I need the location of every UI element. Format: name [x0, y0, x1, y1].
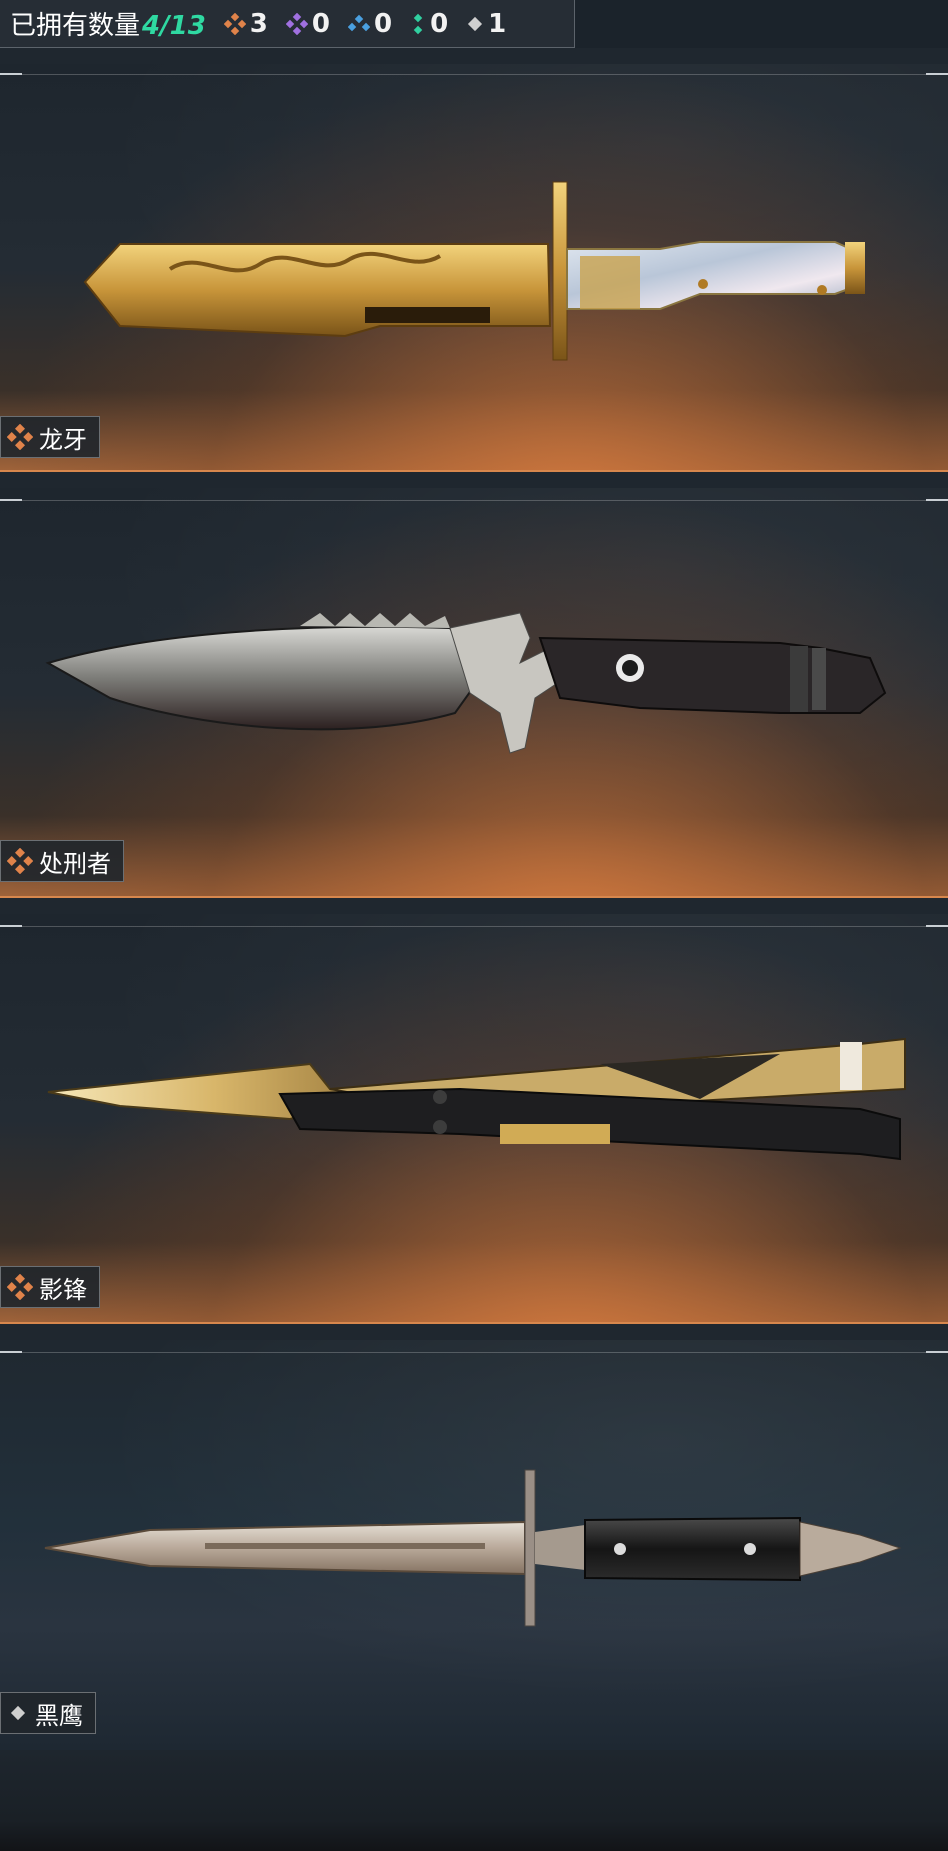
owned-count: 4/13 [142, 11, 206, 41]
owned-summary-bar: 已拥有数量 4/13 3 0 0 0 1 [0, 0, 575, 48]
item-name: 黑鹰 [35, 1701, 83, 1730]
item-name: 影锋 [39, 1275, 87, 1304]
rarity-count-orange: 3 [223, 8, 268, 39]
rarity-count-value: 0 [373, 8, 393, 39]
knife-image [47, 1037, 906, 1161]
blue-diamond-icon [347, 14, 370, 31]
orange-diamond-icon [223, 12, 246, 35]
purple-diamond-icon [285, 12, 308, 35]
rarity-count-blue: 0 [347, 8, 393, 39]
gray-diamond-icon [10, 1705, 26, 1721]
orange-diamond-icon [7, 848, 33, 874]
item-name: 龙牙 [39, 425, 87, 454]
gray-diamond-icon [468, 16, 483, 31]
rarity-count-gray: 1 [466, 9, 506, 39]
orange-diamond-icon [7, 424, 33, 450]
item-name-tag: 处刑者 [0, 840, 124, 882]
item-name-tag: 黑鹰 [0, 1692, 96, 1734]
rarity-count-value: 1 [488, 8, 507, 39]
item-card-yingfeng[interactable]: 影锋 [0, 914, 948, 1325]
item-name-tag: 影锋 [0, 1266, 100, 1308]
rarity-count-value: 0 [430, 8, 449, 39]
knife-image [44, 1469, 902, 1627]
knife-image [83, 181, 865, 361]
spacer [0, 898, 948, 914]
orange-diamond-icon [7, 1274, 33, 1300]
rarity-count-purple: 0 [285, 8, 330, 39]
item-card-heiying[interactable]: 黑鹰 [0, 1340, 948, 1751]
spacer [0, 1324, 948, 1340]
green-diamond-icon [413, 13, 423, 34]
spacer [0, 472, 948, 488]
owned-label: 已拥有数量 [10, 11, 141, 41]
spacer [0, 48, 948, 64]
item-card-chuxingzhe[interactable]: 处刑者 [0, 488, 948, 899]
item-name: 处刑者 [39, 849, 111, 878]
list-footer [0, 1750, 948, 1851]
knife-image [45, 612, 887, 754]
item-name-tag: 龙牙 [0, 416, 100, 458]
rarity-count-value: 0 [311, 8, 330, 39]
rarity-count-value: 3 [249, 8, 268, 39]
rarity-count-green: 0 [410, 9, 448, 39]
owned-count-display: 已拥有数量 4/13 [10, 5, 206, 42]
item-card-longya[interactable]: 龙牙 [0, 64, 948, 473]
